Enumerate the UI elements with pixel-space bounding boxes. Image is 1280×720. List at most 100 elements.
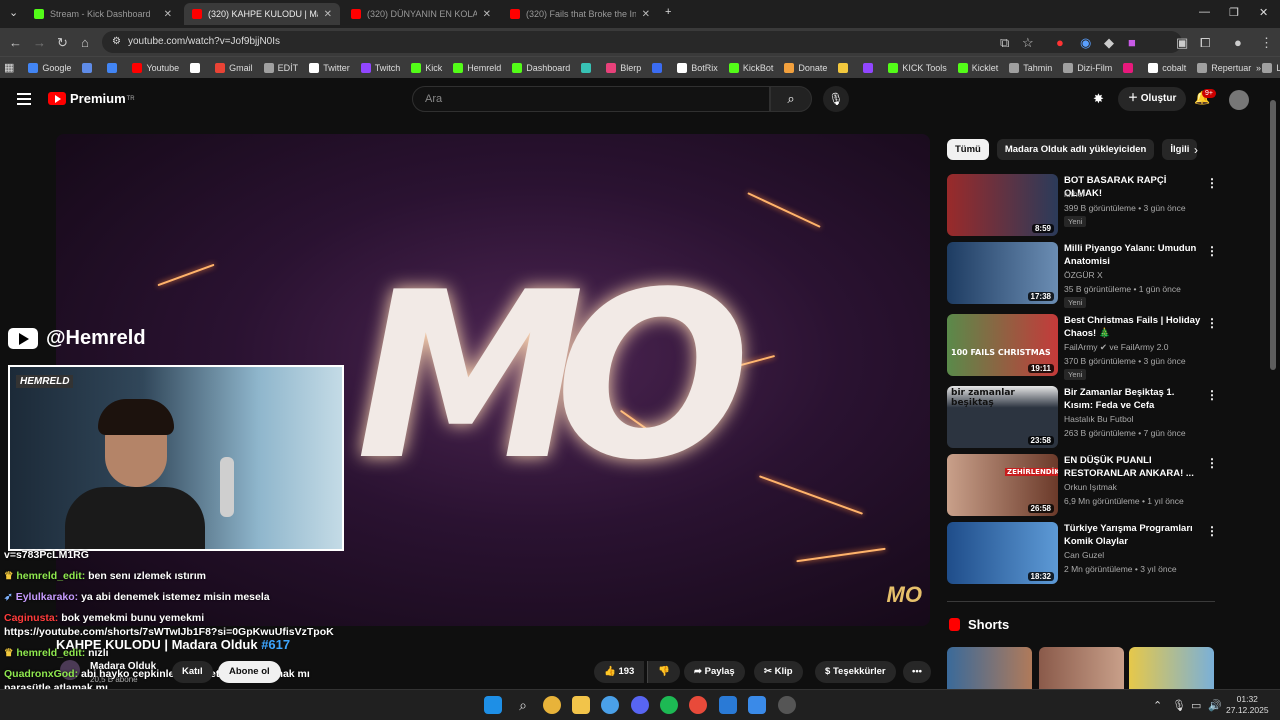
account-avatar[interactable] bbox=[1229, 90, 1249, 110]
channel-name[interactable]: luther bbox=[1064, 189, 1085, 199]
search-input[interactable]: Ara bbox=[412, 86, 770, 112]
more-vertical-icon[interactable]: ⋮ bbox=[1206, 388, 1218, 402]
extensions-puzzle-icon[interactable]: ⧠ bbox=[1200, 35, 1210, 51]
obs-icon[interactable] bbox=[778, 696, 796, 714]
chrome-profile-icon[interactable] bbox=[601, 696, 619, 714]
recommendation-item[interactable]: ZEHİRLENDİK! 26:58 EN DÜŞÜK PUANLI RESTO… bbox=[947, 454, 1218, 516]
home-icon[interactable]: ⌂ bbox=[81, 35, 89, 50]
tab-video-3[interactable]: (320) Fails that Broke the Inter ✕ bbox=[502, 3, 658, 25]
profile-icon[interactable]: ● bbox=[1234, 35, 1242, 50]
extension-icon[interactable]: ● bbox=[1056, 35, 1064, 50]
recommendation-item[interactable]: 8:59 BOT BASARAK RAPÇİ OLMAK! luther 399… bbox=[947, 174, 1218, 236]
thanks-button[interactable]: $ Teşekkürler bbox=[815, 661, 896, 683]
site-info-icon[interactable]: ⚙ bbox=[112, 31, 121, 53]
bookmark-item[interactable] bbox=[652, 62, 666, 73]
recommendation-item[interactable]: bir zamanlar beşiktaş 23:58 Bir Zamanlar… bbox=[947, 386, 1218, 448]
channel-name[interactable]: ÖZGÜR X bbox=[1064, 270, 1103, 280]
bookmark-item[interactable]: Twitch bbox=[360, 62, 400, 73]
more-vertical-icon[interactable]: ⋮ bbox=[1206, 244, 1218, 258]
more-bookmarks-icon[interactable]: » bbox=[1256, 63, 1261, 73]
voice-search-button[interactable]: 🎙 bbox=[823, 86, 849, 112]
back-icon[interactable]: ← bbox=[9, 35, 22, 50]
clip-button[interactable]: ✂ Klip bbox=[754, 661, 803, 683]
url-field[interactable]: ⚙ youtube.com/watch?v=Jof9bjjN0Is bbox=[102, 31, 1182, 53]
bookmark-item[interactable]: Gmail bbox=[215, 62, 253, 73]
chip-all[interactable]: Tümü bbox=[947, 139, 989, 160]
chrome-alt-icon[interactable] bbox=[689, 696, 707, 714]
video-thumbnail[interactable]: ZEHİRLENDİK! 26:58 bbox=[947, 454, 1058, 516]
windows-start-icon[interactable] bbox=[484, 696, 502, 714]
chevron-right-icon[interactable]: › bbox=[1194, 143, 1198, 157]
channel-name[interactable]: Can Guzel bbox=[1064, 550, 1104, 560]
bookmark-item[interactable]: cobalt bbox=[1148, 62, 1186, 73]
bookmark-item[interactable]: Google bbox=[28, 62, 71, 73]
channel-name[interactable]: Hastalık Bu Futbol bbox=[1064, 414, 1133, 424]
menu-icon[interactable] bbox=[17, 93, 31, 105]
volume-icon[interactable]: 🔊 bbox=[1208, 699, 1222, 712]
bookmark-item[interactable]: Looper bbox=[1262, 62, 1280, 73]
more-actions-button[interactable]: ••• bbox=[903, 661, 931, 683]
video-thumbnail[interactable]: 100 FAILS CHRISTMAS 19:11 bbox=[947, 314, 1058, 376]
install-app-icon[interactable]: ⧉ bbox=[1000, 35, 1009, 51]
more-vertical-icon[interactable]: ⋮ bbox=[1206, 524, 1218, 538]
spotify-icon[interactable] bbox=[660, 696, 678, 714]
media-icon[interactable]: ▣ bbox=[1176, 35, 1188, 51]
app-icon[interactable] bbox=[719, 696, 737, 714]
join-button[interactable]: Katıl bbox=[172, 661, 213, 683]
system-clock[interactable]: 01:32 27.12.2025 bbox=[1226, 694, 1269, 716]
channel-name[interactable]: FailArmy ✔ ve FailArmy 2.0 bbox=[1064, 342, 1168, 353]
bookmark-item[interactable] bbox=[82, 62, 96, 73]
close-tab-icon[interactable]: ✕ bbox=[324, 9, 332, 20]
network-icon[interactable]: ▭ bbox=[1191, 699, 1201, 712]
chevron-up-icon[interactable]: ⌃ bbox=[1153, 699, 1162, 712]
dislike-button[interactable]: 👎 bbox=[647, 661, 680, 683]
bookmark-item[interactable]: BotRix bbox=[677, 62, 718, 73]
bookmark-item[interactable]: Repertuar bbox=[1197, 62, 1251, 73]
browser-menu-icon[interactable]: ⋮ bbox=[1260, 35, 1273, 51]
video-thumbnail[interactable]: bir zamanlar beşiktaş 23:58 bbox=[947, 386, 1058, 448]
subscribe-button[interactable]: Abone ol bbox=[218, 661, 281, 683]
bookmark-item[interactable]: Kicklet bbox=[957, 62, 998, 73]
extension-icon[interactable]: ◆ bbox=[1104, 35, 1114, 51]
scrollbar-thumb[interactable] bbox=[1270, 100, 1276, 370]
tab-kick-dashboard[interactable]: Stream - Kick Dashboard ✕ bbox=[26, 3, 180, 25]
bookmark-star-icon[interactable]: ☆ bbox=[1022, 35, 1034, 51]
reload-icon[interactable]: ↻ bbox=[57, 35, 68, 51]
microphone-icon[interactable]: 🎙 bbox=[1172, 699, 1186, 712]
recommendation-item[interactable]: 18:32 Türkiye Yarışma Programları Komik … bbox=[947, 522, 1218, 584]
network-app-icon[interactable] bbox=[748, 696, 766, 714]
apps-grid-icon[interactable]: ▦ bbox=[4, 61, 14, 74]
video-thumbnail[interactable]: 17:38 bbox=[947, 242, 1058, 304]
file-explorer-icon[interactable] bbox=[572, 696, 590, 714]
recommendation-item[interactable]: 17:38 Milli Piyango Yalanı: Umudun Anato… bbox=[947, 242, 1218, 308]
bookmark-item[interactable]: KickBot bbox=[728, 62, 773, 73]
bookmark-item[interactable] bbox=[1123, 62, 1137, 73]
bookmark-item[interactable]: Dashboard bbox=[512, 62, 570, 73]
bookmark-item[interactable]: Twitter bbox=[309, 62, 350, 73]
video-thumbnail[interactable]: 8:59 bbox=[947, 174, 1058, 236]
chip-related[interactable]: İlgili bbox=[1162, 139, 1198, 160]
minimize-icon[interactable]: — bbox=[1199, 6, 1210, 18]
video-thumbnail[interactable]: 18:32 bbox=[947, 522, 1058, 584]
extension-icon[interactable]: ◉ bbox=[1080, 35, 1091, 51]
maximize-icon[interactable]: ❐ bbox=[1229, 6, 1239, 19]
search-icon[interactable]: ⌕ bbox=[514, 696, 532, 714]
channel-name[interactable]: Orkun Işıtmak bbox=[1064, 482, 1117, 492]
close-window-icon[interactable]: ✕ bbox=[1259, 6, 1268, 19]
recommendation-item[interactable]: 100 FAILS CHRISTMAS 19:11 Best Christmas… bbox=[947, 314, 1218, 380]
create-button[interactable]: ＋ Oluştur bbox=[1118, 87, 1187, 111]
new-tab-icon[interactable]: + bbox=[665, 6, 671, 18]
bookmark-item[interactable]: EDİT bbox=[263, 62, 298, 73]
bookmark-item[interactable]: Blerp bbox=[606, 62, 641, 73]
bookmark-item[interactable] bbox=[190, 62, 204, 73]
gear-icon[interactable]: ✸ bbox=[1093, 91, 1104, 107]
tab-video-2[interactable]: (320) DÜNYANIN EN KOLAY BA ✕ bbox=[343, 3, 499, 25]
more-vertical-icon[interactable]: ⋮ bbox=[1206, 456, 1218, 470]
short-thumbnail[interactable] bbox=[1039, 647, 1124, 689]
bookmark-item[interactable]: Youtube bbox=[132, 62, 179, 73]
bookmark-item[interactable]: Kick bbox=[411, 62, 442, 73]
bookmark-item[interactable]: Tahmin bbox=[1009, 62, 1052, 73]
search-button[interactable]: ⌕ bbox=[770, 86, 812, 112]
close-tab-icon[interactable]: ✕ bbox=[164, 9, 172, 20]
tab-active-video[interactable]: (320) KAHPE KULODU | Madara ✕ bbox=[184, 3, 340, 25]
